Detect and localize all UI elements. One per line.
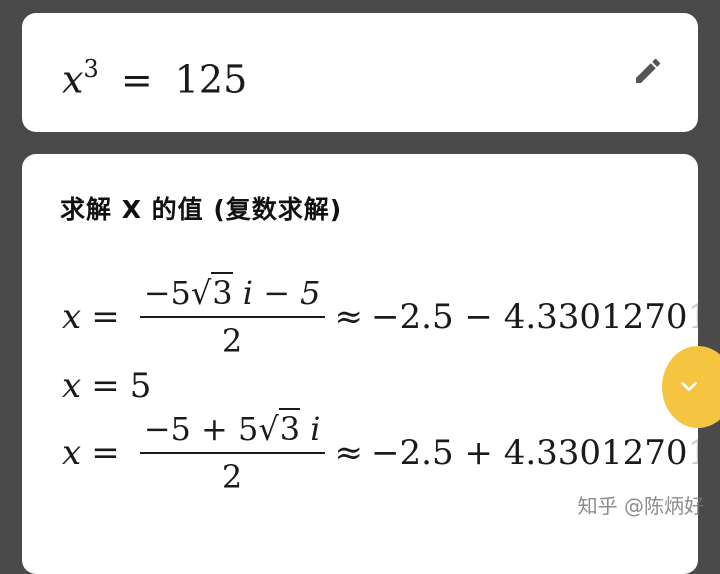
fraction-numerator: −5 + 5√3 i	[143, 408, 321, 448]
sqrt-radicand: 3	[211, 272, 233, 312]
equation-input-card[interactable]: x3 = 125	[22, 13, 698, 132]
decimal-approximation: −2.5 + 4.3301270	[371, 433, 688, 473]
equals-sign: =	[91, 433, 120, 473]
solution-fraction: −5 + 5√3 i 2	[139, 408, 325, 496]
numerator-part: −5	[143, 274, 191, 312]
solution-variable: x	[62, 433, 82, 473]
chevron-down-icon	[681, 381, 697, 392]
equation-variable: x	[62, 57, 84, 102]
numerator-part: −5 + 5	[143, 410, 259, 448]
decimal-overflow: 1	[688, 297, 698, 337]
equals-sign: =	[91, 297, 120, 337]
solution-variable: x	[62, 297, 82, 337]
equation-exponent: 3	[83, 55, 99, 83]
solution-variable: x	[62, 366, 82, 406]
numerator-imaginary: i	[310, 410, 321, 448]
solution-2: x = 5	[62, 366, 151, 406]
equation-rhs: 125	[174, 57, 248, 102]
fraction-numerator: −5√3 i − 5	[143, 272, 321, 312]
fraction-denominator: 2	[221, 322, 243, 360]
watermark: 知乎 @陈炳好	[577, 494, 704, 518]
equation-display: x3 = 125	[62, 49, 247, 102]
solution-fraction: −5√3 i − 5 2	[139, 272, 325, 360]
decimal-approximation: −2.5 − 4.3301270	[371, 297, 688, 337]
sqrt-radicand: 3	[278, 408, 301, 448]
approx-sign: ≈	[334, 433, 364, 473]
equals-sign: =	[120, 57, 153, 102]
fraction-denominator: 2	[221, 458, 243, 496]
pencil-icon	[636, 58, 661, 83]
solution-1: x = −5√3 i − 5 2 ≈ −2.5 − 4.33012701	[62, 272, 698, 360]
solution-3: x = −5 + 5√3 i 2 ≈ −2.5 + 4.33012701	[62, 408, 698, 496]
result-title: 求解 X 的值 (复数求解)	[60, 195, 343, 224]
approx-sign: ≈	[334, 297, 364, 337]
equals-sign: =	[91, 366, 120, 406]
numerator-imaginary: i − 5	[242, 274, 321, 312]
edit-button[interactable]	[632, 55, 664, 87]
solution-value: 5	[129, 366, 152, 406]
decimal-overflow: 1	[688, 433, 698, 473]
